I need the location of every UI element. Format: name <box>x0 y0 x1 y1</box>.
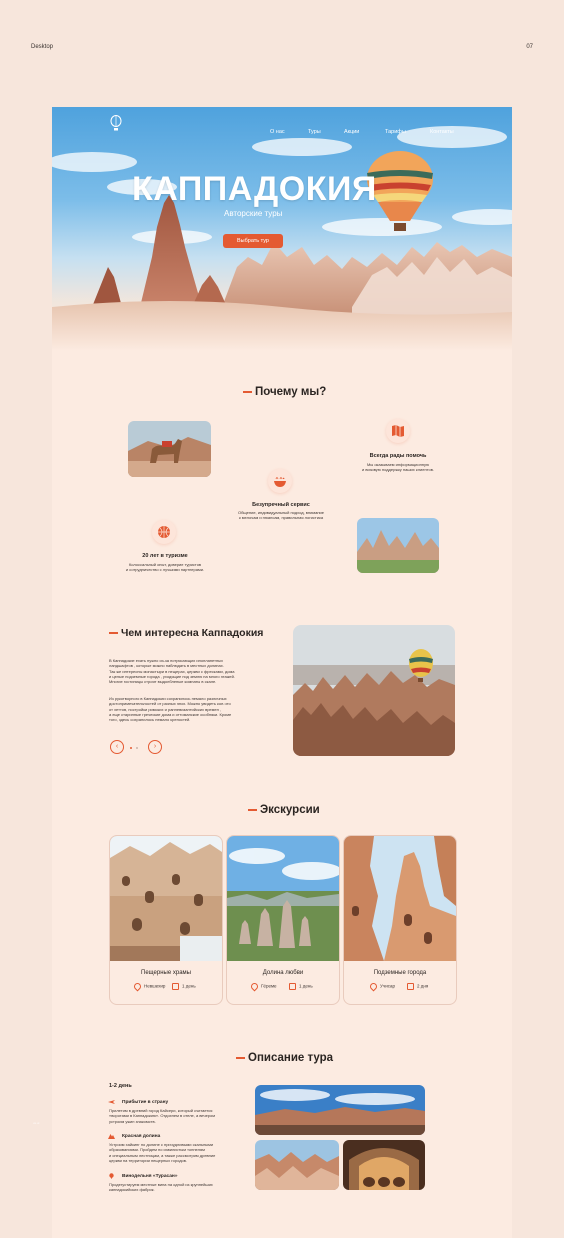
card-title: Долина любви <box>262 970 304 976</box>
why-us-title: Почему мы? <box>243 386 326 398</box>
tour-item-title: Винодельня «Турасан» <box>122 1174 178 1179</box>
pin-icon <box>249 981 260 992</box>
feature-text: Колоссальный опыт, доверие туристов и сот… <box>125 562 205 573</box>
excursion-card[interactable]: Подземные города Учисар 2 дня <box>343 835 457 1005</box>
pin-icon <box>368 981 379 992</box>
feature-title: Всегда рады помочь <box>369 453 427 459</box>
nav-tours[interactable]: Туры <box>308 129 321 135</box>
tour-title-text: Описание тура <box>248 1052 334 1064</box>
next-slide-button[interactable]: › <box>148 740 162 754</box>
page-number: 07 <box>526 44 533 50</box>
excursion-card[interactable]: Долина любви Гёреме 1 день <box>226 835 340 1005</box>
title-dash <box>109 632 118 634</box>
interesting-title-text: Чем интересна Каппадокия <box>121 627 264 639</box>
nav-contacts[interactable]: Контакты <box>430 129 454 135</box>
card-title: Пещерные храмы <box>141 970 191 976</box>
valley-photo <box>357 518 439 573</box>
hero-landscape <box>52 126 512 351</box>
mountain-icon <box>108 1134 115 1139</box>
top-nav: О нас Туры Акции Тарифы Контакты <box>52 118 512 135</box>
tour-rocks-photo <box>255 1140 339 1190</box>
interesting-title: Чем интересна Каппадокия <box>109 627 263 639</box>
tour-winery-photo <box>343 1140 425 1190</box>
card-place: Гёреме <box>249 981 277 992</box>
title-dash <box>243 391 252 393</box>
underground-cities-photo <box>344 836 456 961</box>
camel-photo <box>128 421 211 477</box>
choose-tour-button[interactable]: Выбрать тур <box>223 234 283 248</box>
hero-section: О нас Туры Акции Тарифы Контакты КАППАДО… <box>52 107 512 351</box>
bowl-icon <box>268 469 292 493</box>
card-place: Невшехир <box>132 981 165 992</box>
landing-page: О нас Туры Акции Тарифы Контакты КАППАДО… <box>52 107 512 1238</box>
calendar-icon <box>407 983 414 990</box>
feature-title: 20 лет в туризме <box>142 553 188 559</box>
hero-title: КАППАДОКИЯ <box>132 170 377 208</box>
frame-label: Desktop <box>31 44 54 50</box>
why-us-title-text: Почему мы? <box>255 386 327 398</box>
cave-temples-photo <box>110 836 222 961</box>
plane-icon <box>108 1100 115 1104</box>
excursions-title-text: Экскурсии <box>260 804 320 816</box>
pin-icon <box>109 1173 114 1179</box>
nav-about[interactable]: О нас <box>270 129 285 135</box>
title-dash <box>248 809 257 811</box>
side-note: ux.ui <box>33 1121 40 1125</box>
cappadocia-balloon-photo <box>293 625 455 756</box>
interesting-paragraph-2: Из рукотворного в Каппадокии сохранилось… <box>109 696 232 723</box>
card-title: Подземные города <box>373 970 427 976</box>
tour-item-text: Продегустируем местные вина на одной из … <box>109 1182 213 1193</box>
excursions-title: Экскурсии <box>248 804 320 816</box>
tour-item-text: Устроим хайкинг по долине с причудливыми… <box>109 1142 216 1163</box>
nav-pricing[interactable]: Тарифы <box>385 129 406 135</box>
excursion-card[interactable]: Пещерные храмы Невшехир 1 день <box>109 835 223 1005</box>
calendar-icon <box>289 983 296 990</box>
nav-promos[interactable]: Акции <box>344 129 359 135</box>
hero-subtitle: Авторские туры <box>224 209 283 218</box>
tour-item-text: Прилетим в древний город Кайсери, которы… <box>109 1108 216 1124</box>
basketball-icon <box>152 520 176 544</box>
card-duration: 1 день <box>289 983 313 990</box>
tour-day: 1-2 день <box>109 1083 132 1089</box>
calendar-icon <box>172 983 179 990</box>
card-duration: 1 день <box>172 983 196 990</box>
title-dash <box>236 1057 245 1059</box>
prev-slide-button[interactable]: ‹ <box>110 740 124 754</box>
love-valley-photo <box>227 836 339 961</box>
tour-title: Описание тура <box>236 1052 333 1064</box>
tour-panorama-photo <box>255 1085 425 1135</box>
card-duration: 2 дня <box>407 983 428 990</box>
feature-text: Общение, индивидуальный подход, внимание… <box>238 510 324 521</box>
feature-text: Мы оказываем информационную и визовую под… <box>362 462 434 473</box>
card-place: Учисар <box>368 981 395 992</box>
pin-icon <box>132 981 143 992</box>
tour-item-title: Прибытие в страну <box>122 1100 169 1105</box>
feature-title: Безупречный сервис <box>252 502 310 508</box>
tour-item-title: Красная долина <box>122 1134 161 1139</box>
map-icon <box>386 419 410 443</box>
slider-dot-active[interactable] <box>130 747 132 749</box>
slider-dot[interactable] <box>136 747 138 749</box>
interesting-paragraph-1: В Каппадокие ехать нужно из-за потрясающ… <box>109 658 235 685</box>
